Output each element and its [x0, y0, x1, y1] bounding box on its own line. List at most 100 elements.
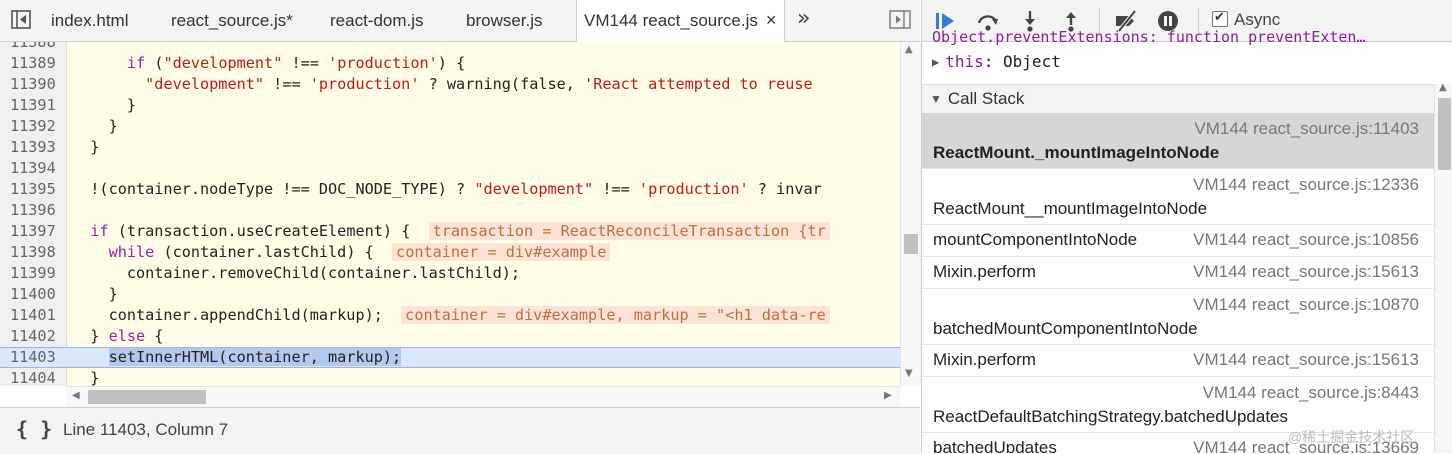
line-number[interactable]: 11394 — [10, 158, 62, 179]
code-line[interactable]: 11394 — [0, 158, 900, 179]
frame-location-link[interactable]: VM144 react_source.js:10856 — [1193, 230, 1419, 250]
call-stack-frame[interactable]: VM144 react_source.js:12336 ReactMount__m… — [922, 169, 1434, 225]
watermark: @稀土掘金技术社区 — [1288, 429, 1415, 445]
call-stack-frame[interactable]: VM144 react_source.js:15613 Mixin.perform — [922, 345, 1434, 377]
line-number[interactable]: 11397 — [10, 221, 62, 242]
code-line[interactable]: 11395 !(container.nodeType !== DOC_NODE_… — [0, 179, 900, 200]
code-line[interactable]: 11391 } — [0, 95, 900, 116]
code-token: ? warning(false, — [419, 75, 585, 93]
frame-location-link[interactable]: VM144 react_source.js:12336 — [1193, 175, 1419, 195]
section-title: Call Stack — [947, 89, 1025, 108]
code-line[interactable]: 11396 — [0, 200, 900, 221]
code-line[interactable]: 11397 if (transaction.useCreateElement) … — [0, 221, 900, 242]
cursor-position: Line 11403, Column 7 — [63, 420, 229, 439]
code-token: if — [90, 222, 109, 240]
line-number[interactable]: 11402 — [10, 326, 62, 347]
line-number[interactable]: 11401 — [10, 305, 62, 326]
close-tab-icon[interactable]: × — [766, 0, 777, 41]
code-token: } — [72, 327, 109, 345]
code-line[interactable]: 11390 "development" !== 'production' ? w… — [0, 74, 900, 95]
line-number[interactable]: 11404 — [10, 368, 62, 386]
call-stack-frame[interactable]: VM144 react_source.js:11403 ReactMount._m… — [922, 113, 1434, 169]
scroll-right-icon[interactable]: ▶ — [884, 390, 892, 401]
code-line[interactable]: 11400 } — [0, 284, 900, 305]
frame-location-link[interactable]: VM144 react_source.js:15613 — [1193, 350, 1419, 370]
code-token: "development" — [474, 180, 594, 198]
line-number[interactable]: 11398 — [10, 242, 62, 263]
code-line[interactable]: 11399 container.removeChild(container.la… — [0, 263, 900, 284]
code-line-current[interactable]: 11403 setInnerHTML(container, markup); — [0, 347, 900, 368]
line-number[interactable]: 11392 — [10, 116, 62, 137]
pretty-print-button[interactable]: { } — [16, 417, 52, 441]
line-number[interactable]: 11399 — [10, 263, 62, 284]
frame-function-name: ReactMount._mountImageIntoNode — [933, 143, 1220, 162]
code-line[interactable]: 11402 } else { — [0, 326, 900, 347]
code-text: } — [72, 116, 118, 137]
line-number[interactable]: 11390 — [10, 74, 62, 95]
code-line[interactable]: 11392 } — [0, 116, 900, 137]
line-number[interactable]: 11391 — [10, 95, 62, 116]
scroll-up-icon[interactable]: ▲ — [1439, 82, 1447, 93]
file-tab-bar: index.html react_source.js* react-dom.js… — [0, 0, 920, 42]
code-line[interactable]: 11398 while (container.lastChild) { cont… — [0, 242, 900, 263]
tab-browser-js[interactable]: browser.js — [466, 0, 543, 41]
code-line[interactable]: 11389 if ("development" !== 'production'… — [0, 53, 900, 74]
scrollbar-thumb[interactable] — [88, 390, 206, 404]
line-number[interactable]: 11388 — [10, 42, 62, 53]
tab-react-dom-js[interactable]: react-dom.js — [330, 0, 424, 41]
frame-location-link[interactable]: VM144 react_source.js:10870 — [1193, 295, 1419, 315]
code-editor[interactable]: 11388 11389 if ("development" !== 'produc… — [0, 42, 900, 386]
code-line[interactable]: 11404 } — [0, 368, 900, 386]
scroll-left-icon[interactable]: ◀ — [72, 390, 80, 401]
scope-clipped-entry: Object.preventExtensions: function preve… — [932, 28, 1366, 46]
line-number[interactable]: 11396 — [10, 200, 62, 221]
scrollbar-thumb[interactable] — [1438, 98, 1451, 170]
editor-horizontal-scrollbar[interactable]: ◀ ▶ — [66, 386, 900, 407]
code-token: 'production' — [638, 180, 749, 198]
call-stack-frame[interactable]: VM144 react_source.js:8443 ReactDefaultBa… — [922, 377, 1434, 433]
tab-react-source-js[interactable]: react_source.js* — [171, 0, 293, 41]
line-number[interactable]: 11400 — [10, 284, 62, 305]
scrollbar-thumb[interactable] — [904, 234, 918, 254]
selected-code: setInnerHTML(container, markup); — [108, 348, 402, 366]
frame-location-link[interactable]: VM144 react_source.js:11403 — [1194, 119, 1419, 139]
code-token: !== — [264, 75, 310, 93]
code-line[interactable]: 11393 } — [0, 137, 900, 158]
inline-value-hint: container = div#example, markup = "<h1 d… — [401, 306, 830, 324]
tab-label: index.html — [51, 11, 129, 30]
code-line[interactable]: 11388 — [0, 42, 900, 53]
tab-vm144-react-source-js[interactable]: VM144 react_source.js × — [576, 0, 786, 42]
checkbox-checked-icon[interactable] — [1212, 9, 1228, 27]
scroll-down-icon[interactable]: ▼ — [905, 368, 913, 379]
async-checkbox[interactable]: Async — [1212, 9, 1280, 30]
code-line[interactable]: 11401 container.appendChild(markup); con… — [0, 305, 900, 326]
call-stack-frame[interactable]: VM144 react_source.js:15613 Mixin.perform — [922, 257, 1434, 289]
scope-this-row[interactable]: ▶ this: Object — [932, 52, 1061, 71]
code-token: ( — [145, 54, 164, 72]
toggle-navigator-icon[interactable] — [6, 8, 36, 32]
sources-editor-pane: index.html react_source.js* react-dom.js… — [0, 0, 921, 454]
code-token: { — [145, 327, 164, 345]
collapse-triangle-icon[interactable]: ▼ — [930, 85, 942, 113]
code-token: !== — [593, 180, 639, 198]
expand-triangle-icon[interactable]: ▶ — [932, 55, 939, 69]
line-number[interactable]: 11403 — [10, 348, 62, 367]
scroll-up-icon[interactable]: ▲ — [905, 44, 913, 55]
call-stack-frame[interactable]: VM144 react_source.js:10870 batchedMountC… — [922, 289, 1434, 345]
sidebar-vertical-scrollbar[interactable]: ▲ — [1434, 82, 1452, 453]
call-stack-frame[interactable]: VM144 react_source.js:10856 mountComponen… — [922, 225, 1434, 257]
toggle-debugger-icon[interactable] — [888, 9, 912, 31]
code-token: else — [108, 327, 146, 345]
call-stack-header[interactable]: ▼ Call Stack — [922, 84, 1434, 114]
more-tabs-icon[interactable]: » — [797, 0, 810, 41]
tab-index-html[interactable]: index.html — [51, 0, 128, 41]
line-number[interactable]: 11393 — [10, 137, 62, 158]
frame-function-name: ReactMount__mountImageIntoNode — [933, 199, 1208, 218]
frame-location-link[interactable]: VM144 react_source.js:15613 — [1193, 262, 1419, 282]
frame-location-link[interactable]: VM144 react_source.js:8443 — [1203, 383, 1419, 403]
editor-vertical-scrollbar[interactable]: ▲ ▼ — [900, 42, 921, 386]
line-number[interactable]: 11389 — [10, 53, 62, 74]
line-number[interactable]: 11395 — [10, 179, 62, 200]
